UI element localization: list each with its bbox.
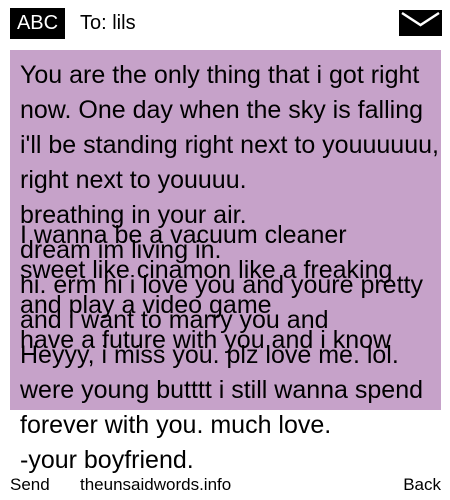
site-watermark: theunsaidwords.info (80, 475, 232, 494)
send-softkey[interactable]: Send (10, 474, 50, 496)
message-text-layer-3: Heyyy, i miss you. plz love me. lol. wer… (20, 341, 424, 474)
message-text-layer-2: I wanna be a vacuum cleaner sweet like c… (20, 221, 393, 354)
envelope-icon (399, 10, 442, 36)
softkey-bar: Send theunsaidwords.info Back (0, 470, 450, 500)
recipient-label[interactable]: To: lils (80, 8, 136, 39)
message-header: ABC To: lils (0, 0, 450, 44)
back-softkey[interactable]: Back (403, 474, 441, 496)
input-mode-badge[interactable]: ABC (10, 8, 65, 39)
